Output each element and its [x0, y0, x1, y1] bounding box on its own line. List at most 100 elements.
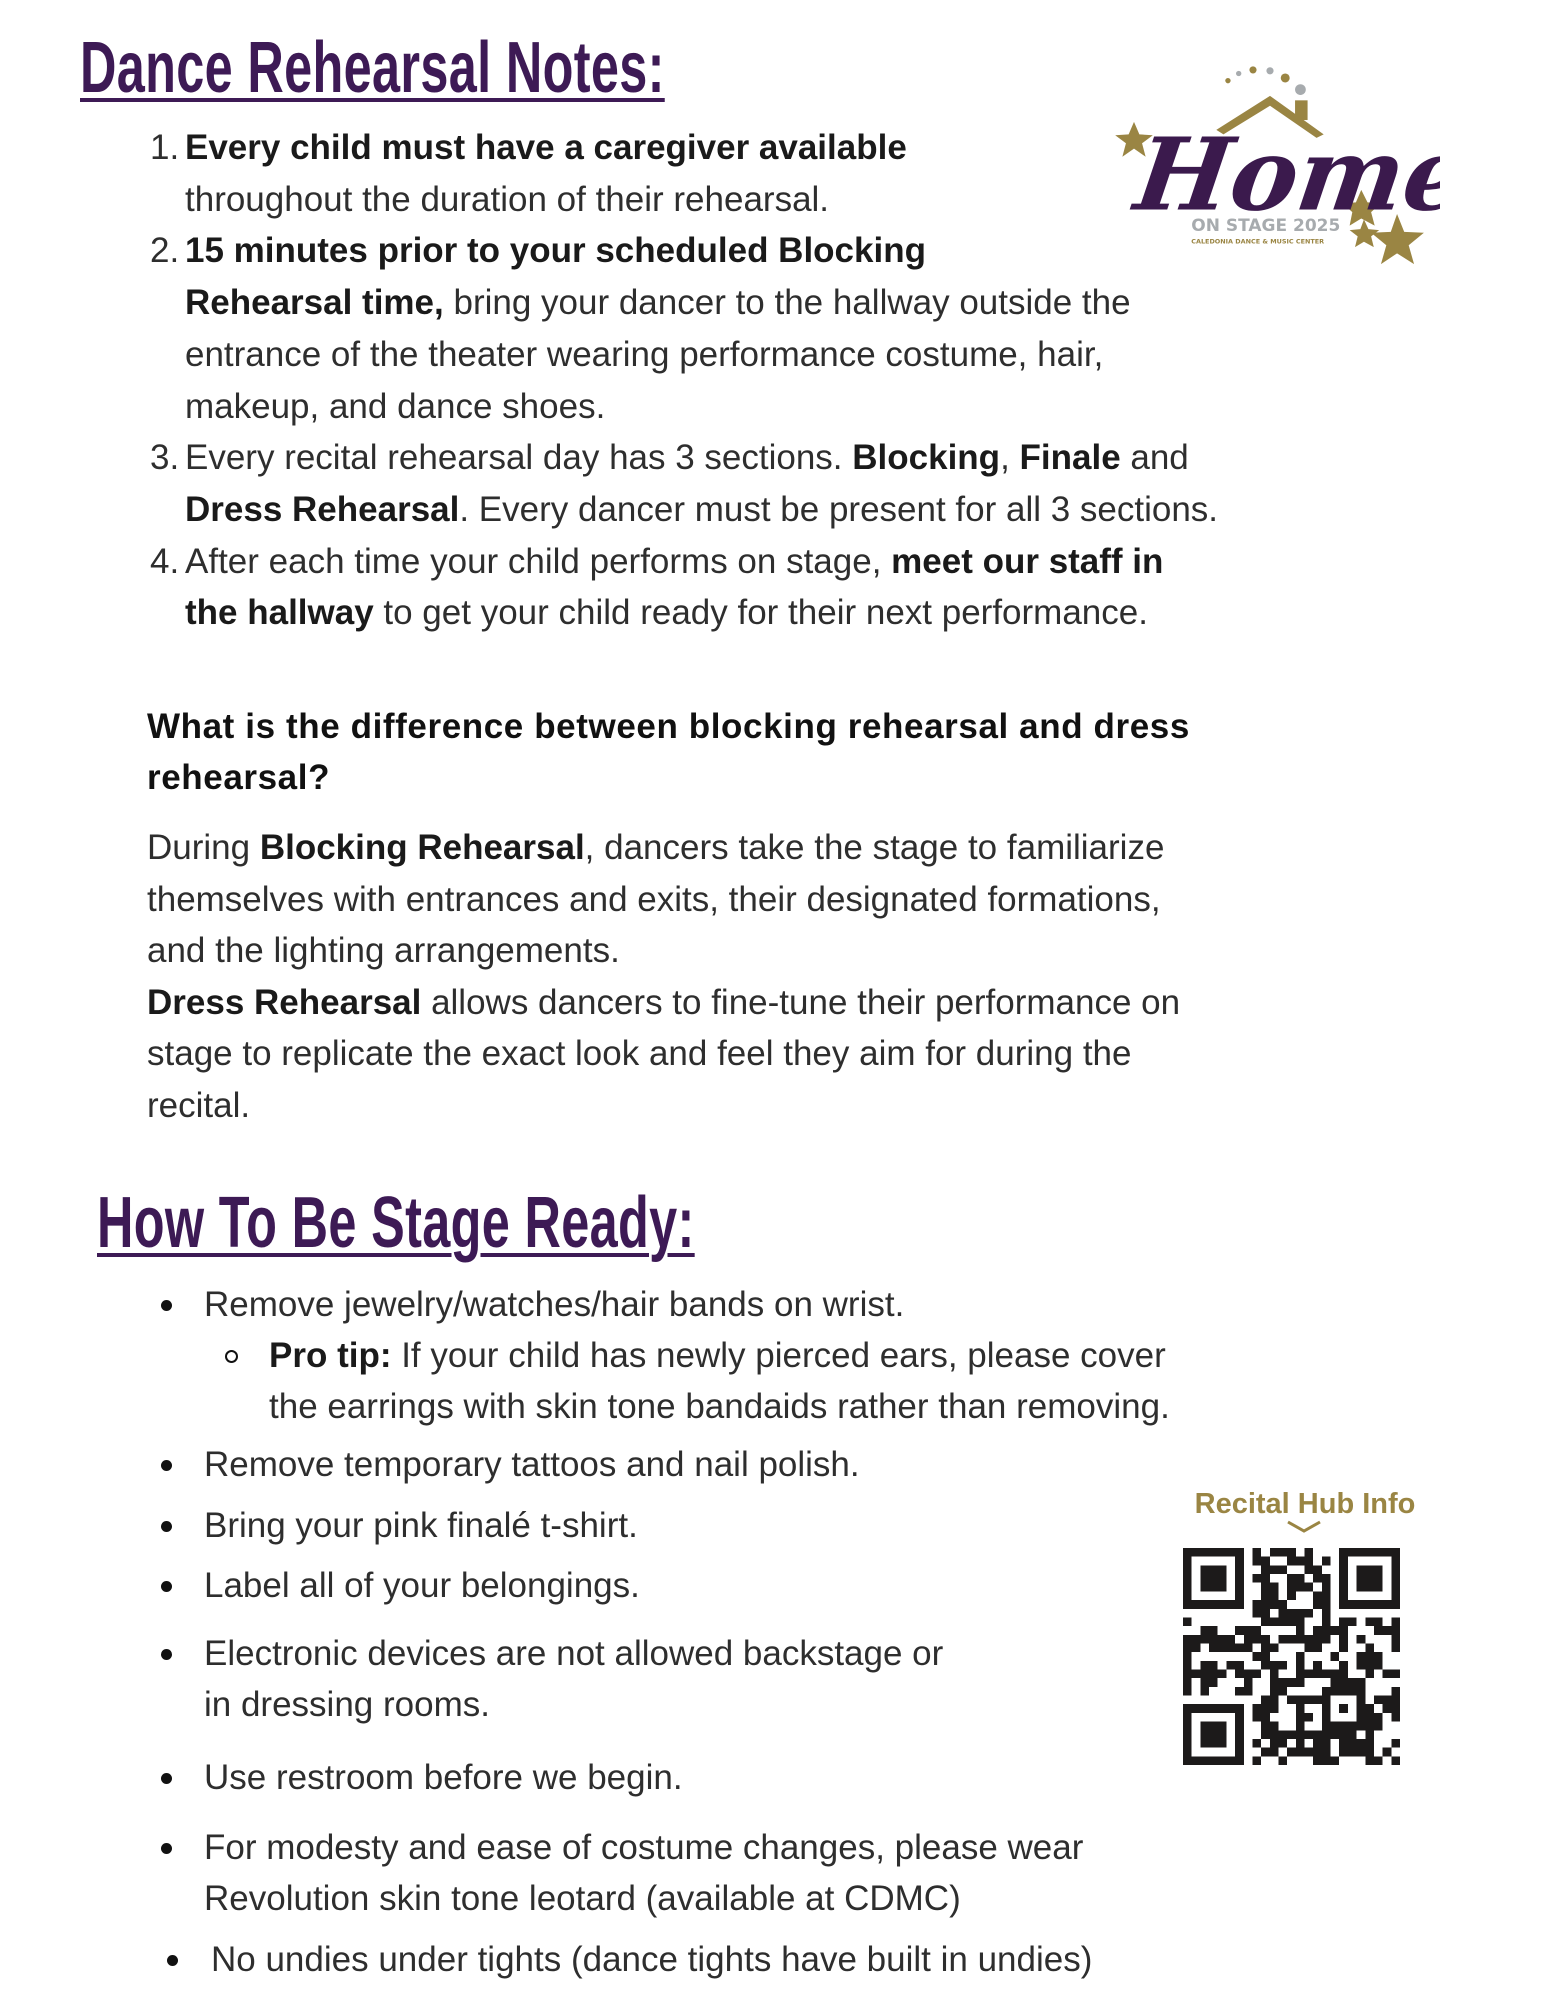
qr-module — [1330, 1669, 1340, 1679]
qr-module — [1347, 1730, 1357, 1739]
bullet-item-line: Remove jewelry/watches/hair bands on wri… — [204, 1283, 904, 1327]
qr-module — [1321, 1626, 1331, 1635]
qr-module — [1356, 1704, 1366, 1713]
qr-module — [1243, 1669, 1253, 1679]
faq-answer-line: stage to replicate the exact look and fe… — [147, 1032, 1131, 1076]
qr-module — [1339, 1600, 1348, 1609]
qr-module — [1391, 1712, 1400, 1722]
bold-text: Blocking — [852, 438, 1001, 478]
text: For modesty and ease of costume changes,… — [204, 1828, 1084, 1867]
qr-module — [1261, 1652, 1270, 1661]
qr-module — [1365, 1747, 1374, 1757]
qr-module — [1313, 1574, 1322, 1583]
qr-module — [1191, 1669, 1201, 1679]
qr-module — [1243, 1634, 1253, 1644]
qr-module — [1365, 1548, 1374, 1557]
qr-module — [1209, 1574, 1218, 1583]
qr-module — [1347, 1600, 1357, 1609]
qr-module — [1252, 1574, 1262, 1583]
qr-module — [1261, 1634, 1270, 1644]
qr-module — [1252, 1738, 1262, 1748]
qr-module — [1226, 1756, 1236, 1765]
qr-module — [1183, 1582, 1192, 1592]
text: stage to replicate the exact look and fe… — [147, 1034, 1132, 1074]
qr-module — [1183, 1617, 1192, 1627]
text: in dressing rooms. — [204, 1685, 490, 1724]
qr-module — [1200, 1669, 1210, 1679]
qr-module — [1295, 1738, 1305, 1748]
qr-module — [1391, 1565, 1400, 1575]
qr-module — [1209, 1548, 1218, 1557]
qr-module — [1217, 1565, 1227, 1575]
qr-module — [1391, 1634, 1400, 1644]
qr-module — [1235, 1591, 1244, 1601]
qr-module — [1252, 1608, 1262, 1618]
qr-module — [1321, 1756, 1331, 1765]
qr-module — [1278, 1730, 1288, 1739]
qr-module — [1373, 1548, 1383, 1557]
text: Use restroom before we begin. — [204, 1758, 683, 1797]
qr-module — [1261, 1660, 1270, 1670]
qr-module — [1382, 1626, 1392, 1635]
qr-module — [1217, 1738, 1227, 1748]
qr-module — [1183, 1548, 1192, 1557]
qr-module — [1356, 1686, 1366, 1696]
qr-module — [1200, 1626, 1210, 1635]
bullet-item-line: Remove temporary tattoos and nail polish… — [204, 1443, 860, 1487]
qr-module — [1313, 1600, 1322, 1609]
qr-module — [1287, 1556, 1296, 1566]
qr-module — [1321, 1574, 1331, 1583]
qr-module — [1321, 1582, 1331, 1592]
qr-module — [1269, 1738, 1279, 1748]
bullet-icon — [161, 1649, 172, 1660]
qr-module — [1295, 1556, 1305, 1566]
qr-module — [1382, 1669, 1392, 1679]
qr-module — [1200, 1756, 1210, 1765]
qr-module — [1269, 1617, 1279, 1627]
qr-module — [1278, 1634, 1288, 1644]
qr-module — [1235, 1686, 1244, 1696]
qr-module — [1261, 1591, 1270, 1601]
list-item-line: Dress Rehearsal. Every dancer must be pr… — [185, 488, 1218, 532]
qr-module — [1347, 1738, 1357, 1748]
qr-module — [1269, 1565, 1279, 1575]
qr-module — [1191, 1643, 1201, 1653]
qr-module — [1200, 1548, 1210, 1557]
qr-module — [1183, 1669, 1192, 1679]
qr-module — [1269, 1721, 1279, 1731]
qr-module — [1209, 1565, 1218, 1575]
bullet-item-line: Revolution skin tone leotard (available … — [204, 1877, 961, 1921]
qr-module — [1295, 1626, 1305, 1635]
qr-module — [1339, 1704, 1348, 1713]
sub-bullet-line: the earrings with skin tone bandaids rat… — [269, 1385, 1170, 1429]
list-number: 4. — [150, 541, 180, 581]
qr-module — [1313, 1669, 1322, 1679]
qr-module — [1269, 1678, 1279, 1687]
qr-module — [1321, 1556, 1331, 1566]
qr-module — [1209, 1582, 1218, 1592]
qr-module — [1287, 1582, 1296, 1592]
qr-module — [1235, 1704, 1244, 1713]
qr-module — [1313, 1695, 1322, 1705]
qr-module — [1183, 1730, 1192, 1739]
qr-module — [1261, 1574, 1270, 1583]
qr-module — [1287, 1747, 1296, 1757]
text: No undies under tights (dance tights hav… — [211, 1940, 1093, 1979]
qr-module — [1278, 1738, 1288, 1748]
qr-code[interactable] — [1183, 1548, 1400, 1765]
qr-module — [1356, 1738, 1366, 1748]
bullet-icon — [161, 1521, 172, 1532]
qr-module — [1278, 1660, 1288, 1670]
qr-module — [1304, 1565, 1314, 1575]
qr-module — [1252, 1756, 1262, 1765]
qr-module — [1261, 1747, 1270, 1757]
qr-module — [1183, 1600, 1192, 1609]
qr-module — [1261, 1600, 1270, 1609]
qr-module — [1252, 1652, 1262, 1661]
text: Revolution skin tone leotard (available … — [204, 1879, 961, 1918]
qr-module — [1287, 1608, 1296, 1618]
qr-module — [1200, 1660, 1210, 1670]
qr-module — [1347, 1678, 1357, 1687]
qr-module — [1295, 1574, 1305, 1583]
bullet-item-line: Bring your pink finalé t-shirt. — [204, 1504, 638, 1548]
